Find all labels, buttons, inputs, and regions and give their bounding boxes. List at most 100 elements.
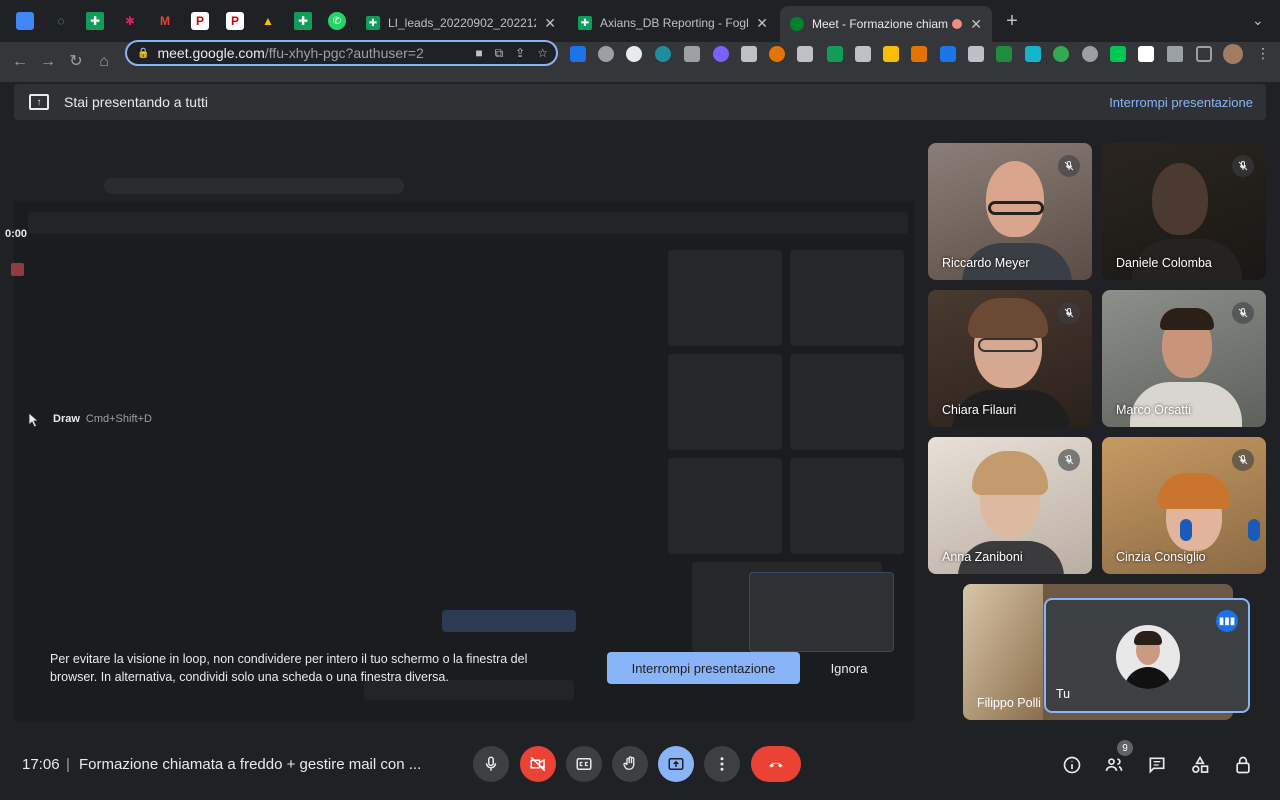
participant-tile[interactable]: Cinzia Consiglio [1102, 437, 1266, 574]
profile-avatar[interactable] [1223, 44, 1243, 64]
close-tab-icon[interactable]: ✕ [756, 15, 768, 32]
activities-icon [1192, 755, 1209, 773]
mic-off-icon [1232, 155, 1254, 177]
extension-icon[interactable] [769, 46, 785, 62]
meeting-clock: 17:06 [22, 756, 60, 773]
participant-tile[interactable]: Anna Zaniboni [928, 437, 1092, 574]
back-icon[interactable]: ← [9, 51, 31, 73]
microphone-icon [485, 756, 497, 771]
extension-icon[interactable] [713, 46, 729, 62]
address-bar[interactable]: 🔒 meet.google.com /ffu-xhyh-pgc?authuser… [125, 40, 558, 66]
close-tab-icon[interactable]: ✕ [970, 16, 982, 33]
mirror-tile [790, 354, 904, 450]
participant-tile[interactable]: Marco Orsatti [1102, 290, 1266, 427]
recording-stop-icon[interactable] [11, 263, 24, 276]
extension-icon[interactable] [1053, 46, 1069, 62]
bookmark-star-icon[interactable]: ☆ [537, 46, 548, 61]
host-controls-button[interactable] [1232, 754, 1254, 776]
extensions-puzzle-icon[interactable] [1167, 46, 1183, 62]
stop-presenting-link[interactable]: Interrompi presentazione [1109, 95, 1253, 110]
side-panel-icon[interactable] [1196, 46, 1212, 62]
participant-tile[interactable]: Chiara Filauri [928, 290, 1092, 427]
tab-meet[interactable]: Meet - Formazione chiama ✕ [780, 6, 992, 42]
pinned-tab-app-icon[interactable]: P [191, 12, 209, 30]
chat-icon [1149, 757, 1165, 774]
extension-icon[interactable] [940, 46, 956, 62]
pinned-tab-slack-icon[interactable]: ✱ [121, 12, 139, 30]
extension-icon[interactable] [883, 46, 899, 62]
people-button[interactable] [1103, 754, 1125, 776]
extension-fox-icon[interactable] [911, 46, 927, 62]
home-icon[interactable]: ⌂ [93, 51, 115, 73]
mic-off-icon [1232, 449, 1254, 471]
people-count-badge: 9 [1117, 740, 1133, 756]
presenting-banner: ↑ Stai presentando a tutti Interrompi pr… [14, 84, 1266, 120]
captions-button[interactable] [566, 746, 602, 782]
participant-name: Daniele Colomba [1116, 256, 1212, 270]
tab-search-icon[interactable]: ⌄ [1252, 12, 1264, 29]
new-tab-button[interactable]: + [1002, 10, 1022, 33]
stop-presenting-button[interactable]: Interrompi presentazione [607, 652, 800, 684]
raise-hand-button[interactable] [612, 746, 648, 782]
share-icon[interactable]: ⇪ [515, 46, 525, 61]
speaking-indicator-icon: ▮▮▮ [1216, 610, 1238, 632]
sheets-icon: ✚ [578, 16, 592, 30]
pinned-tab-app-icon[interactable]: P [226, 12, 244, 30]
mirror-tile [668, 250, 782, 346]
extension-mail-icon[interactable] [797, 46, 813, 62]
participant-name: Cinzia Consiglio [1116, 550, 1206, 564]
extension-icon[interactable] [655, 46, 671, 62]
people-icon [1105, 758, 1123, 771]
camera-off-button[interactable] [520, 746, 556, 782]
extension-icon[interactable] [741, 46, 757, 62]
forward-icon[interactable]: → [37, 51, 59, 73]
extension-icon[interactable] [1025, 46, 1041, 62]
leave-call-button[interactable] [751, 746, 801, 782]
tab-leads[interactable]: ✚ LI_leads_20220902_2022120 ✕ [356, 8, 566, 38]
self-tile[interactable]: ▮▮▮ Tu [1044, 598, 1250, 713]
present-screen-icon [668, 758, 684, 770]
extension-icon[interactable] [996, 46, 1012, 62]
pinned-tab-drive-icon[interactable]: ▲ [259, 12, 277, 30]
microphone-button[interactable] [473, 746, 509, 782]
meeting-details-button[interactable] [1061, 754, 1083, 776]
camera-off-icon [530, 756, 546, 772]
close-tab-icon[interactable]: ✕ [544, 15, 556, 32]
pinned-tab-calendar-icon[interactable] [16, 12, 34, 30]
activities-button[interactable] [1189, 754, 1211, 776]
present-now-button[interactable] [658, 746, 694, 782]
ignore-button[interactable]: Ignora [820, 652, 878, 684]
extension-icon[interactable] [1110, 46, 1126, 62]
extension-icon[interactable] [855, 46, 871, 62]
participant-tile[interactable]: Riccardo Meyer [928, 143, 1092, 280]
title-separator: | [66, 756, 70, 773]
extension-translate-icon[interactable] [626, 46, 642, 62]
sheets-icon: ✚ [366, 16, 380, 30]
tab-reporting[interactable]: ✚ Axians_DB Reporting - Fogli G ✕ [568, 8, 778, 38]
pinned-tab-sheets-icon[interactable]: ✚ [86, 12, 104, 30]
tab-label: Axians_DB Reporting - Fogli G [600, 16, 749, 30]
extension-icon[interactable] [1138, 46, 1154, 62]
extension-icon[interactable] [968, 46, 984, 62]
reload-icon[interactable]: ↻ [65, 51, 87, 73]
chat-button[interactable] [1146, 754, 1168, 776]
loop-warning-text: Per evitare la visione in loop, non cond… [50, 652, 528, 684]
mic-off-icon [1058, 302, 1080, 324]
extension-icon[interactable] [827, 46, 843, 62]
pinned-tab-loading-icon[interactable]: ◌ [52, 12, 70, 30]
mirror-tile [668, 458, 782, 554]
extension-icon[interactable] [1082, 46, 1098, 62]
browser-tab-strip: ◌ ✚ ✱ M P P ▲ ✚ ✆ ✚ LI_leads_20220902_20… [0, 0, 1280, 42]
extension-icon[interactable] [570, 46, 586, 62]
more-options-button[interactable] [704, 746, 740, 782]
pinned-tab-sheets-icon[interactable]: ✚ [294, 12, 312, 30]
camera-permission-icon[interactable]: ■ [475, 46, 482, 61]
participant-tile[interactable]: Daniele Colomba [1102, 143, 1266, 280]
extension-camera-icon[interactable] [598, 46, 614, 62]
pinned-tab-gmail-icon[interactable]: M [156, 12, 174, 30]
pinned-tab-whatsapp-icon[interactable]: ✆ [328, 12, 346, 30]
open-external-icon[interactable]: ⧉ [495, 46, 504, 61]
mirror-stop-button [442, 610, 576, 632]
chrome-menu-icon[interactable]: ⋮ [1256, 45, 1270, 62]
extension-code-icon[interactable] [684, 46, 700, 62]
